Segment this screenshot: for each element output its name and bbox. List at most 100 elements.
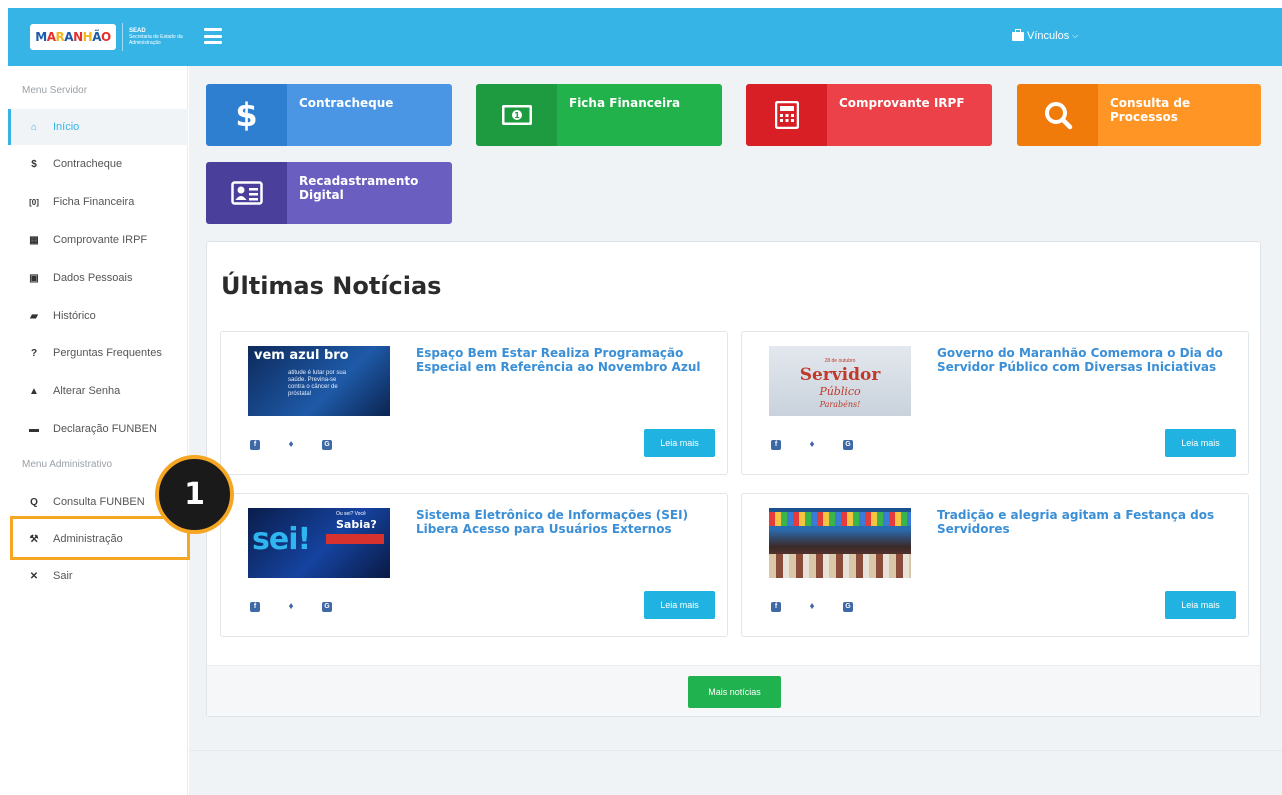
thumb-question: Ou sei? Você xyxy=(336,511,366,517)
news-section-title: Últimas Notícias xyxy=(221,272,442,300)
tile-contracheque[interactable]: $ Contracheque xyxy=(206,84,452,146)
facebook-icon[interactable]: f xyxy=(771,602,781,612)
tile-recadastramento-digital[interactable]: Recadastramento Digital xyxy=(206,162,452,224)
sidebar: Menu Servidor ⌂ Início $ Contracheque [0… xyxy=(8,66,188,795)
news-thumbnail[interactable]: 28 de outubro Servidor Público Parabéns! xyxy=(769,346,911,416)
news-title-link[interactable]: Tradição e alegria agitam a Festança dos… xyxy=(937,508,1247,536)
highlight-administracao xyxy=(10,516,190,560)
sidebar-item-perguntas-frequentes[interactable]: ? Perguntas Frequentes xyxy=(8,335,188,371)
sidebar-item-label: Consulta FUNBEN xyxy=(53,496,145,508)
sidebar-item-comprovante-irpf[interactable]: ▦ Comprovante IRPF xyxy=(8,222,188,258)
tile-label: Contracheque xyxy=(287,84,452,146)
menu-toggle-icon[interactable] xyxy=(204,28,222,44)
sidebar-item-label: Histórico xyxy=(53,310,96,322)
close-icon: ✕ xyxy=(29,570,39,582)
google-plus-icon[interactable]: G xyxy=(843,440,853,450)
logo-wordmark: MARANHÃO xyxy=(35,30,111,44)
sidebar-item-declaracao-funben[interactable]: ▬ Declaração FUNBEN xyxy=(8,411,188,447)
vinculos-label: Vínculos xyxy=(1027,30,1070,42)
tile-consulta-processos[interactable]: Consulta de Processos xyxy=(1017,84,1261,146)
tile-label: Comprovante IRPF xyxy=(827,84,992,146)
tile-label: Recadastramento Digital xyxy=(287,162,452,224)
festa-crowd xyxy=(769,554,911,578)
twitter-icon[interactable]: ♦ xyxy=(807,440,817,450)
lock-icon: ▲ xyxy=(29,385,39,397)
read-more-button[interactable]: Leia mais xyxy=(644,429,715,457)
sidebar-item-dados-pessoais[interactable]: ▣ Dados Pessoais xyxy=(8,260,188,296)
share-links: f ♦ G xyxy=(771,602,853,612)
money-icon: [0] xyxy=(29,197,39,207)
news-thumbnail[interactable]: sei! Ou sei? Você Sabia? xyxy=(248,508,390,578)
sidebar-item-label: Contracheque xyxy=(53,158,123,170)
sidebar-item-label: Alterar Senha xyxy=(53,385,121,397)
tile-ficha-financeira[interactable]: 1 Ficha Financeira xyxy=(476,84,722,146)
folder-icon: ▬ xyxy=(29,423,39,435)
svg-text:1: 1 xyxy=(514,111,520,120)
search-icon: Q xyxy=(30,496,38,508)
sidebar-item-label: Sair xyxy=(53,570,73,582)
sidebar-item-label: Perguntas Frequentes xyxy=(53,347,162,359)
facebook-icon[interactable]: f xyxy=(250,602,260,612)
calculator-icon: ▦ xyxy=(29,234,39,246)
google-plus-icon[interactable]: G xyxy=(843,602,853,612)
thumb-headline: Servidor xyxy=(799,365,881,385)
footer-divider xyxy=(189,750,1282,751)
share-links: f ♦ G xyxy=(250,440,332,450)
brand-logo[interactable]: MARANHÃO SEAD Secretaria de Estado da Ad… xyxy=(30,23,185,51)
sead-logo: SEAD Secretaria de Estado da Administraç… xyxy=(129,28,185,46)
google-plus-icon[interactable]: G xyxy=(322,440,332,450)
home-icon: ⌂ xyxy=(30,121,38,133)
thumb-headline: vem azul bro xyxy=(254,348,349,363)
money-icon: 1 xyxy=(476,84,557,146)
sidebar-item-contracheque[interactable]: $ Contracheque xyxy=(8,146,188,182)
chevron-down-icon: ⌵ xyxy=(1072,31,1079,40)
news-title-link[interactable]: Espaço Bem Estar Realiza Programação Esp… xyxy=(416,346,726,374)
sidebar-item-label: Declaração FUNBEN xyxy=(53,423,157,435)
sidebar-item-alterar-senha[interactable]: ▲ Alterar Senha xyxy=(8,373,188,409)
book-icon: ▰ xyxy=(30,310,38,322)
news-title-link[interactable]: Sistema Eletrônico de Informações (SEI) … xyxy=(416,508,726,536)
question-icon: ? xyxy=(30,347,38,359)
sidebar-item-historico[interactable]: ▰ Histórico xyxy=(8,298,188,334)
news-panel: Últimas Notícias vem azul bro atitude é … xyxy=(206,241,1261,717)
thumb-caption: atitude é lutar por sua saúde. Previna-s… xyxy=(288,370,347,397)
tile-label: Consulta de Processos xyxy=(1098,84,1261,146)
thumb-headline: sei! xyxy=(252,522,311,557)
step-number-badge: 1 xyxy=(155,455,234,534)
sidebar-item-sair[interactable]: ✕ Sair xyxy=(8,558,188,594)
google-plus-icon[interactable]: G xyxy=(322,602,332,612)
dollar-icon: $ xyxy=(206,84,287,146)
read-more-button[interactable]: Leia mais xyxy=(644,591,715,619)
maranhao-logo: MARANHÃO xyxy=(30,24,116,50)
tile-label: Ficha Financeira xyxy=(557,84,722,146)
facebook-icon[interactable]: f xyxy=(250,440,260,450)
twitter-icon[interactable]: ♦ xyxy=(286,440,296,450)
briefcase-icon xyxy=(1012,28,1024,41)
sidebar-item-ficha-financeira[interactable]: [0] Ficha Financeira xyxy=(8,184,188,220)
sidebar-item-label: Ficha Financeira xyxy=(53,196,135,208)
thumb-caption: Sabia? xyxy=(336,518,377,531)
share-links: f ♦ G xyxy=(771,440,853,450)
news-card: Tradição e alegria agitam a Festança dos… xyxy=(741,493,1249,637)
news-thumbnail[interactable] xyxy=(769,508,911,578)
facebook-icon[interactable]: f xyxy=(771,440,781,450)
more-news-button[interactable]: Mais notícias xyxy=(688,676,781,708)
twitter-icon[interactable]: ♦ xyxy=(807,602,817,612)
read-more-button[interactable]: Leia mais xyxy=(1165,591,1236,619)
twitter-icon[interactable]: ♦ xyxy=(286,602,296,612)
vinculos-dropdown[interactable]: Vínculos ⌵ xyxy=(1012,28,1079,42)
read-more-button[interactable]: Leia mais xyxy=(1165,429,1236,457)
sidebar-item-label: Dados Pessoais xyxy=(53,272,133,284)
thumb-congrats: Parabéns! xyxy=(819,400,861,409)
tile-comprovante-irpf[interactable]: Comprovante IRPF xyxy=(746,84,992,146)
news-card: vem azul bro atitude é lutar por sua saú… xyxy=(220,331,728,475)
news-title-link[interactable]: Governo do Maranhão Comemora o Dia do Se… xyxy=(937,346,1247,374)
logo-divider xyxy=(122,23,123,51)
search-icon xyxy=(1017,84,1098,146)
calculator-icon xyxy=(746,84,827,146)
sidebar-item-inicio[interactable]: ⌂ Início xyxy=(8,109,188,145)
id-card-icon xyxy=(206,162,287,224)
news-thumbnail[interactable]: vem azul bro atitude é lutar por sua saú… xyxy=(248,346,390,416)
sidebar-item-label: Início xyxy=(53,121,80,133)
thumb-script: Público xyxy=(819,385,861,398)
